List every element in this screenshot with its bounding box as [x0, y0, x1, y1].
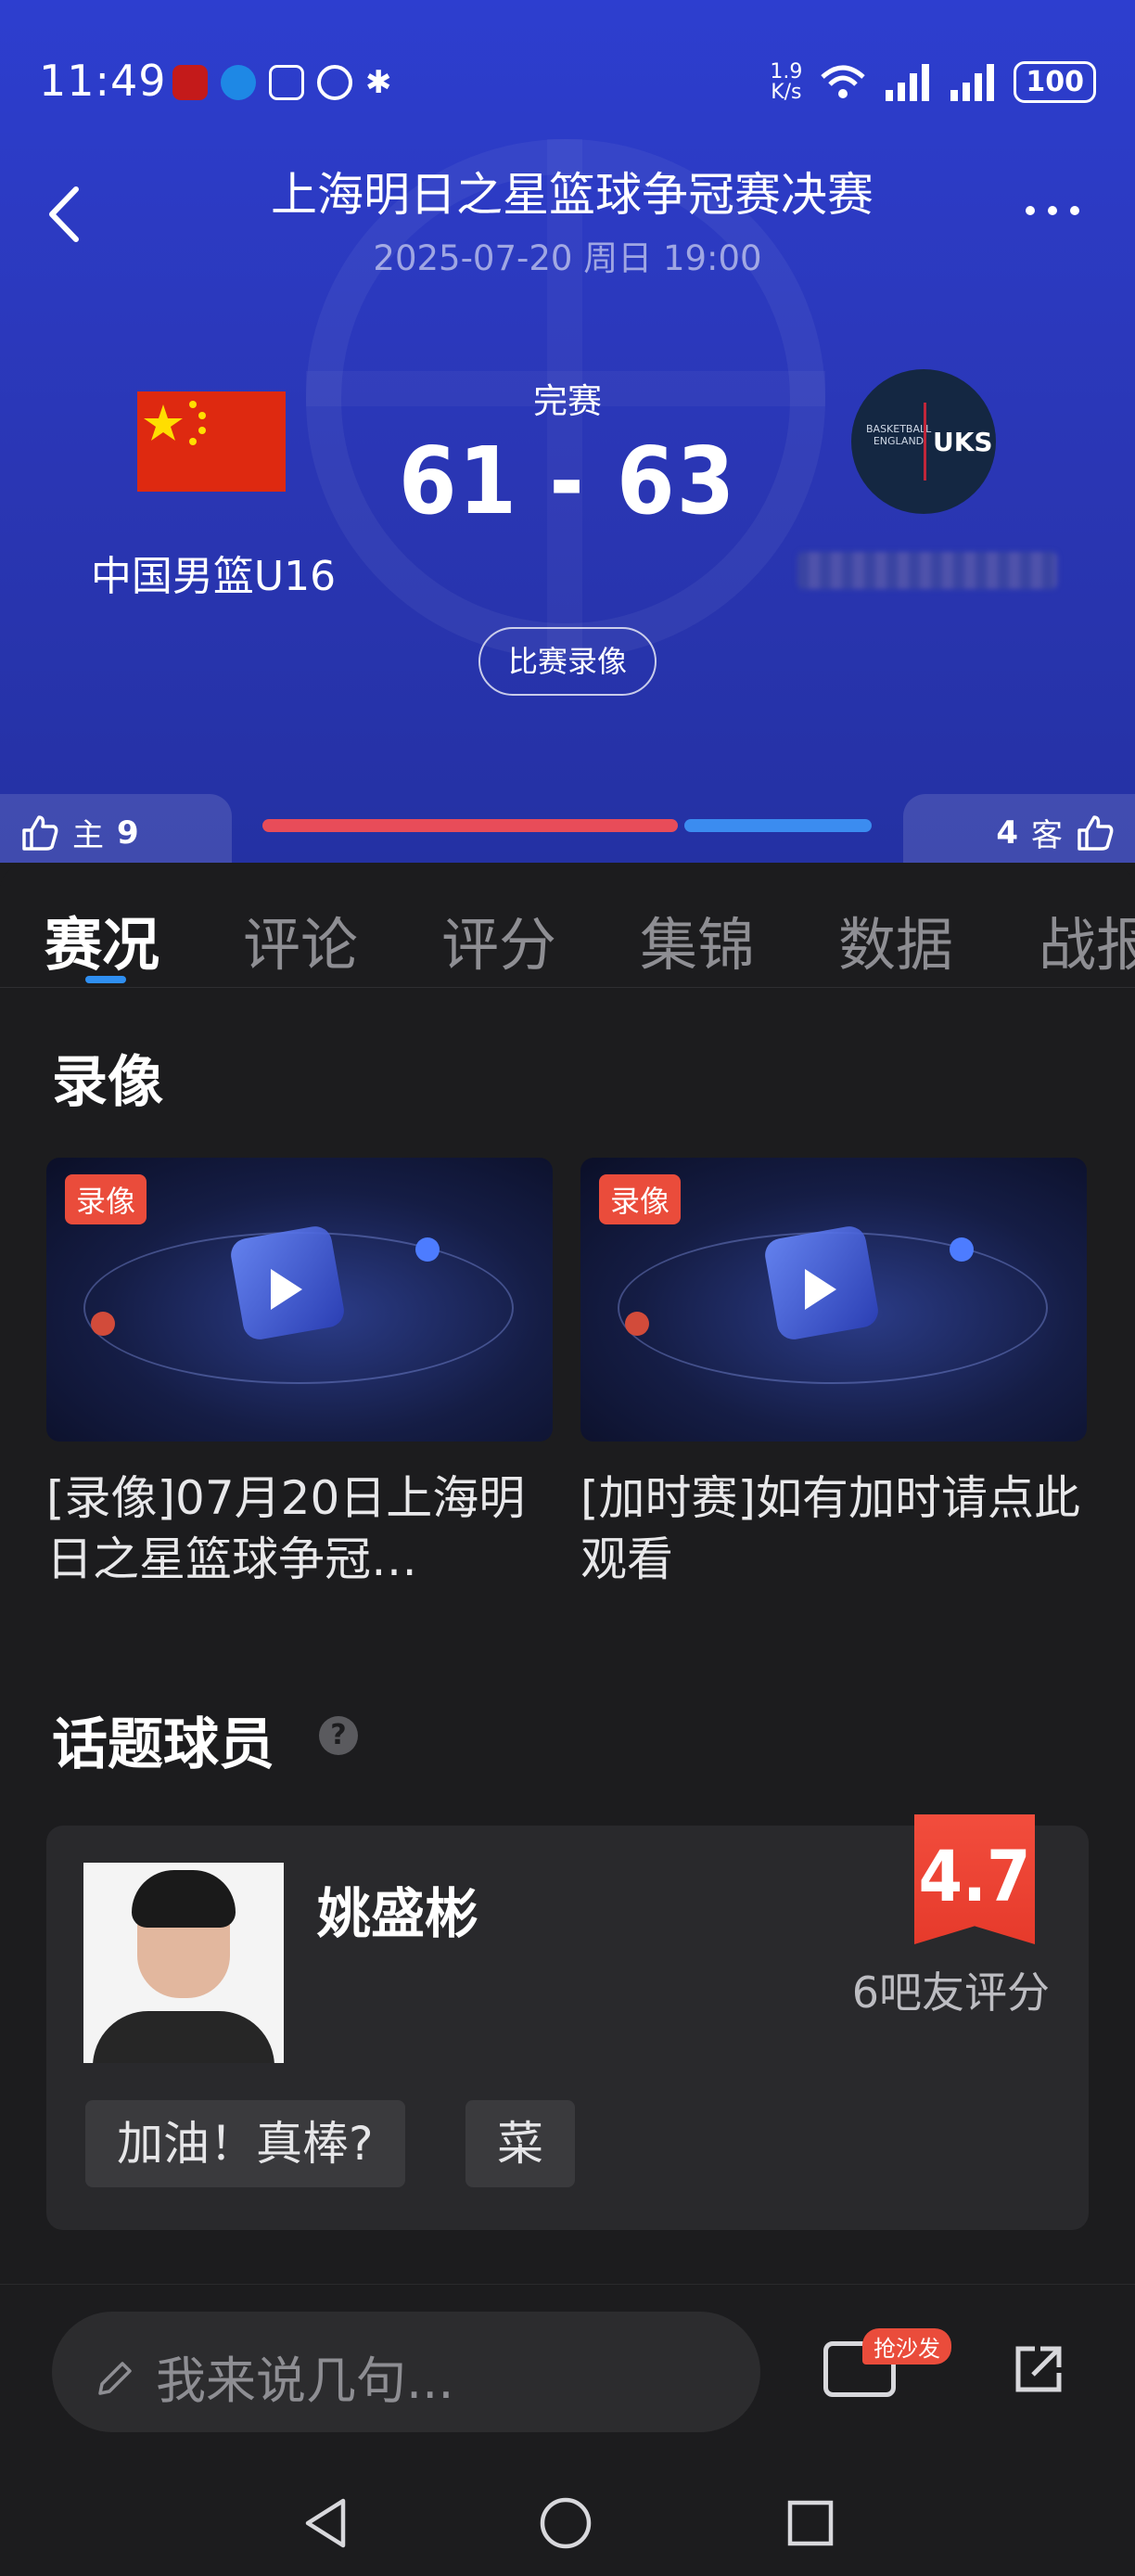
- videos-section-title: 录像: [52, 1050, 163, 1115]
- more-options-icon[interactable]: [1026, 206, 1079, 215]
- match-replay-button[interactable]: 比赛录像: [478, 627, 657, 696]
- player-name[interactable]: 姚盛彬: [317, 1870, 478, 1948]
- video-title[interactable]: [录像]07月20日上海明日之星篮球争冠…: [46, 1467, 553, 1590]
- play-icon: [271, 1269, 302, 1310]
- away-team-logo[interactable]: BASKETBALL ENGLAND UKS: [851, 369, 996, 514]
- nfc-icon: [269, 65, 304, 100]
- video-thumbnail[interactable]: 录像: [580, 1158, 1087, 1442]
- player-photo[interactable]: [83, 1863, 284, 2063]
- video-card[interactable]: 录像 [加时赛]如有加时请点此观看: [580, 1158, 1087, 1590]
- comment-chip[interactable]: 菜: [465, 2100, 575, 2187]
- signal-icon: [886, 63, 930, 101]
- replay-tag: 录像: [65, 1174, 147, 1224]
- help-icon[interactable]: ?: [319, 1716, 358, 1755]
- wifi-icon: [821, 65, 866, 98]
- comment-chip[interactable]: 加油！真棒?: [85, 2100, 405, 2187]
- tab-bar: 赛况 评论 评分 集锦 数据 战报: [0, 891, 1135, 988]
- tab-comments[interactable]: 评论: [243, 898, 358, 981]
- bluetooth-icon: ✱: [365, 64, 392, 101]
- away-vote-label: 客: [1031, 817, 1063, 854]
- pencil-icon: [98, 2362, 132, 2395]
- tab-highlights[interactable]: 集锦: [640, 898, 755, 981]
- player-rating: 4.7: [918, 1835, 1031, 1917]
- nav-home-icon[interactable]: [538, 2495, 593, 2551]
- away-team-name-blurred: [797, 552, 1057, 589]
- nav-recents-icon[interactable]: [784, 2495, 836, 2551]
- page-title: 上海明日之星篮球争冠赛决赛: [271, 168, 874, 222]
- rating-count: 6吧友评分: [851, 1967, 1050, 2018]
- match-datetime: 2025-07-20 周日 19:00: [373, 238, 762, 278]
- nav-back-icon[interactable]: [300, 2495, 352, 2551]
- home-vote-bar: [262, 819, 678, 832]
- sofa-badge: 抢沙发: [862, 2328, 951, 2365]
- video-card[interactable]: 录像 [录像]07月20日上海明日之星篮球争冠…: [46, 1158, 553, 1590]
- tab-report[interactable]: 战报: [1039, 898, 1135, 981]
- away-vote-count: 4: [996, 814, 1018, 852]
- home-vote-count: 9: [117, 814, 139, 852]
- alarm-icon: [317, 65, 352, 100]
- browser-notification-icon: [221, 65, 256, 100]
- hot-players-title: 话题球员: [52, 1712, 274, 1777]
- comment-placeholder: 我来说几句...: [156, 2352, 454, 2410]
- signal-icon-2: [950, 63, 995, 101]
- battery-indicator: 100: [1014, 61, 1096, 103]
- play-icon: [805, 1269, 836, 1310]
- replay-tag: 录像: [599, 1174, 682, 1224]
- tab-overview[interactable]: 赛况: [45, 898, 159, 981]
- network-speed: 1.9 K/s: [770, 59, 803, 104]
- tab-ratings[interactable]: 评分: [441, 898, 556, 981]
- status-bar: 11:49 ✱ 1.9 K/s 100: [0, 0, 1135, 176]
- home-vote-label: 主: [72, 817, 104, 854]
- active-tab-indicator: [85, 976, 126, 983]
- thumbs-up-icon[interactable]: [1076, 814, 1115, 852]
- video-title[interactable]: [加时赛]如有加时请点此观看: [580, 1467, 1087, 1590]
- home-team-name[interactable]: 中国男篮U16: [56, 543, 371, 602]
- tab-stats[interactable]: 数据: [838, 898, 953, 981]
- thumbs-up-icon[interactable]: [20, 814, 59, 852]
- status-time: 11:49: [39, 56, 167, 106]
- away-vote-bar: [684, 819, 872, 832]
- app-notification-icon: [172, 65, 208, 100]
- video-thumbnail[interactable]: 录像: [46, 1158, 553, 1442]
- share-icon[interactable]: [1011, 2341, 1066, 2397]
